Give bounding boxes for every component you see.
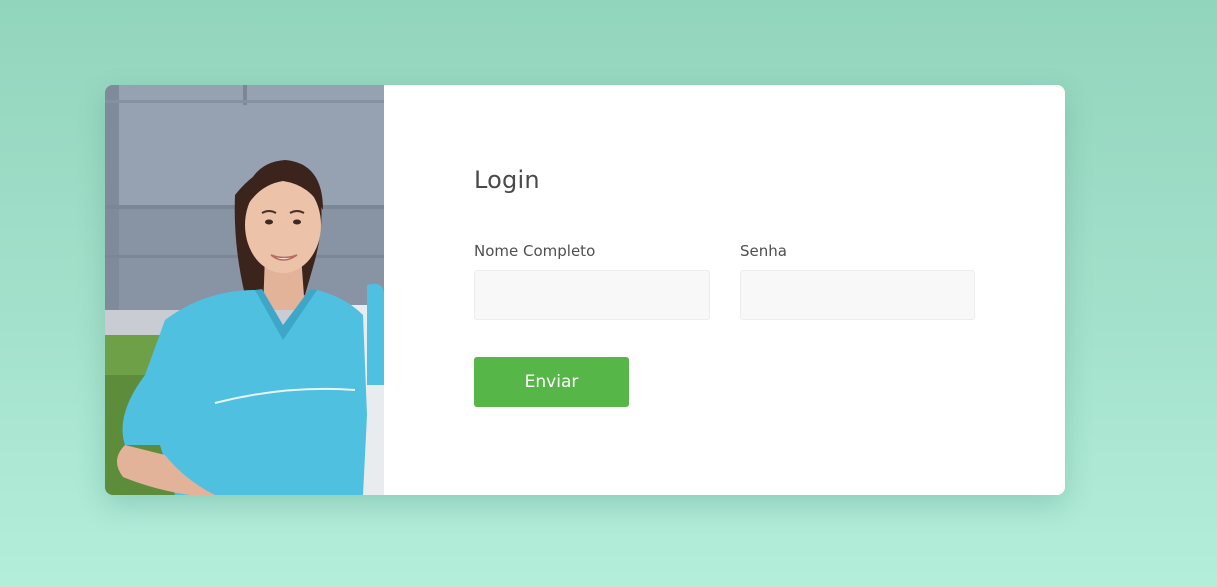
name-label: Nome Completo xyxy=(474,242,596,260)
login-card: Login Nome Completo Senha Enviar xyxy=(105,85,1065,495)
name-field-group: Nome Completo xyxy=(474,241,710,320)
full-name-input[interactable] xyxy=(474,270,710,320)
password-input[interactable] xyxy=(740,270,975,320)
submit-button[interactable]: Enviar xyxy=(474,357,629,407)
password-field-group: Senha xyxy=(740,241,975,320)
password-label: Senha xyxy=(740,242,787,260)
nurse-photo xyxy=(105,85,384,495)
login-form: Login Nome Completo Senha Enviar xyxy=(384,85,1065,495)
page-title: Login xyxy=(474,166,540,194)
